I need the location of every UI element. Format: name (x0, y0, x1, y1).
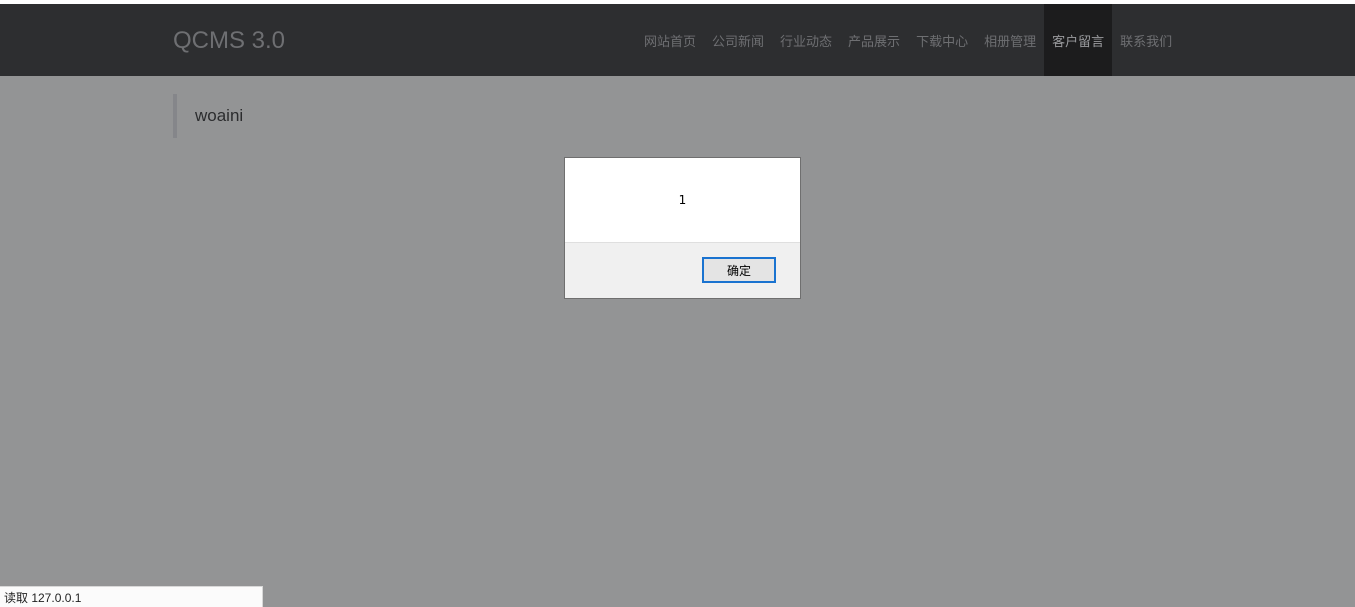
nav-item-products[interactable]: 产品展示 (840, 4, 908, 76)
main-nav: 网站首页 公司新闻 行业动态 产品展示 下载中心 相册管理 客户留言 联系我们 (636, 4, 1180, 76)
nav-item-albums[interactable]: 相册管理 (976, 4, 1044, 76)
nav-item-company-news[interactable]: 公司新闻 (704, 4, 772, 76)
page-heading: woaini (173, 94, 243, 138)
alert-body: 1 (565, 158, 800, 242)
nav-item-home[interactable]: 网站首页 (636, 4, 704, 76)
nav-item-contact[interactable]: 联系我们 (1112, 4, 1180, 76)
alert-footer: 确定 (565, 242, 800, 298)
page-heading-text: woaini (195, 106, 244, 125)
nav-item-guestbook[interactable]: 客户留言 (1044, 4, 1113, 76)
site-brand[interactable]: QCMS 3.0 (173, 27, 285, 55)
alert-dialog: 1 确定 (564, 157, 801, 299)
ok-button[interactable]: 确定 (702, 257, 776, 283)
alert-message: 1 (678, 193, 687, 207)
browser-status-bar: 读取 127.0.0.1 (0, 586, 263, 607)
nav-item-industry-news[interactable]: 行业动态 (772, 4, 840, 76)
nav-item-downloads[interactable]: 下载中心 (908, 4, 976, 76)
status-text: 读取 127.0.0.1 (4, 590, 82, 605)
site-navbar: QCMS 3.0 网站首页 公司新闻 行业动态 产品展示 下载中心 相册管理 客… (0, 4, 1355, 76)
